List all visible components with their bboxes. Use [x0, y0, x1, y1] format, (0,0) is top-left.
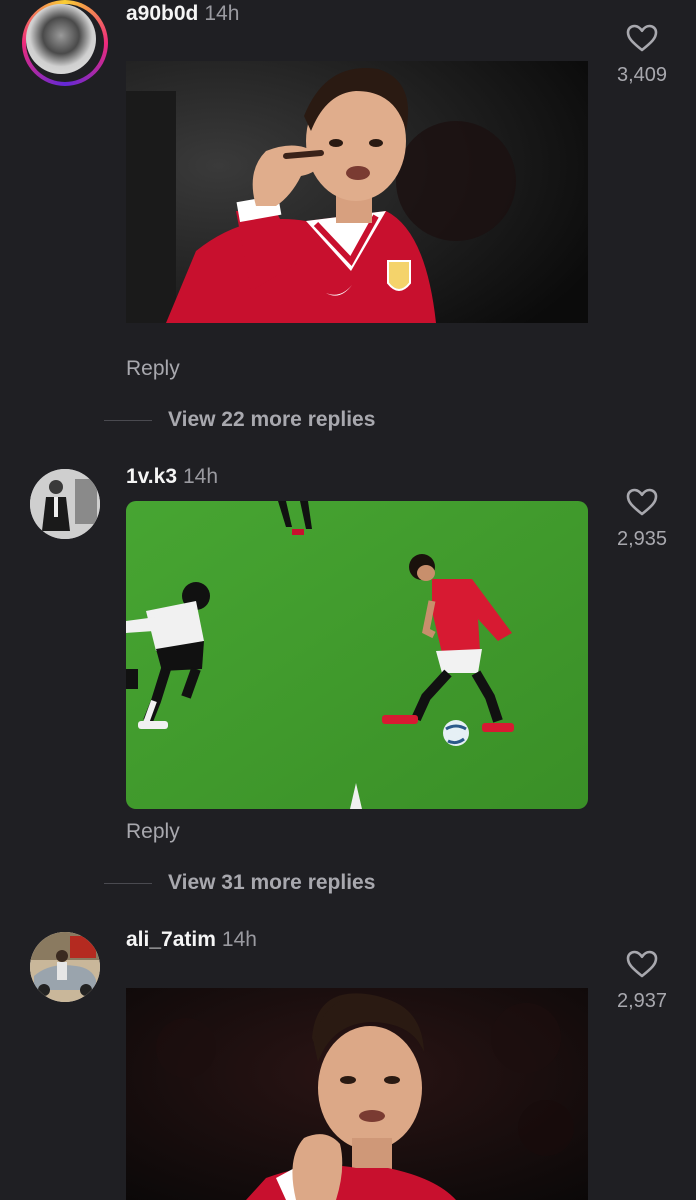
comment-header: ali_7atim 14h — [126, 928, 257, 952]
like-3: 2,937 — [606, 950, 678, 1013]
like-count: 2,937 — [616, 990, 668, 1012]
avatar-ali_7atim[interactable] — [30, 932, 100, 1002]
comment-gif-3[interactable] — [126, 988, 588, 1200]
timestamp: 14h — [221, 928, 257, 951]
username[interactable]: ali_7atim — [126, 928, 216, 951]
avatar-image — [30, 932, 100, 1002]
comment-3: ali_7atim 14h 2,937 — [0, 0, 696, 1200]
gif-image — [126, 988, 588, 1200]
heart-outline-icon[interactable] — [626, 950, 658, 978]
